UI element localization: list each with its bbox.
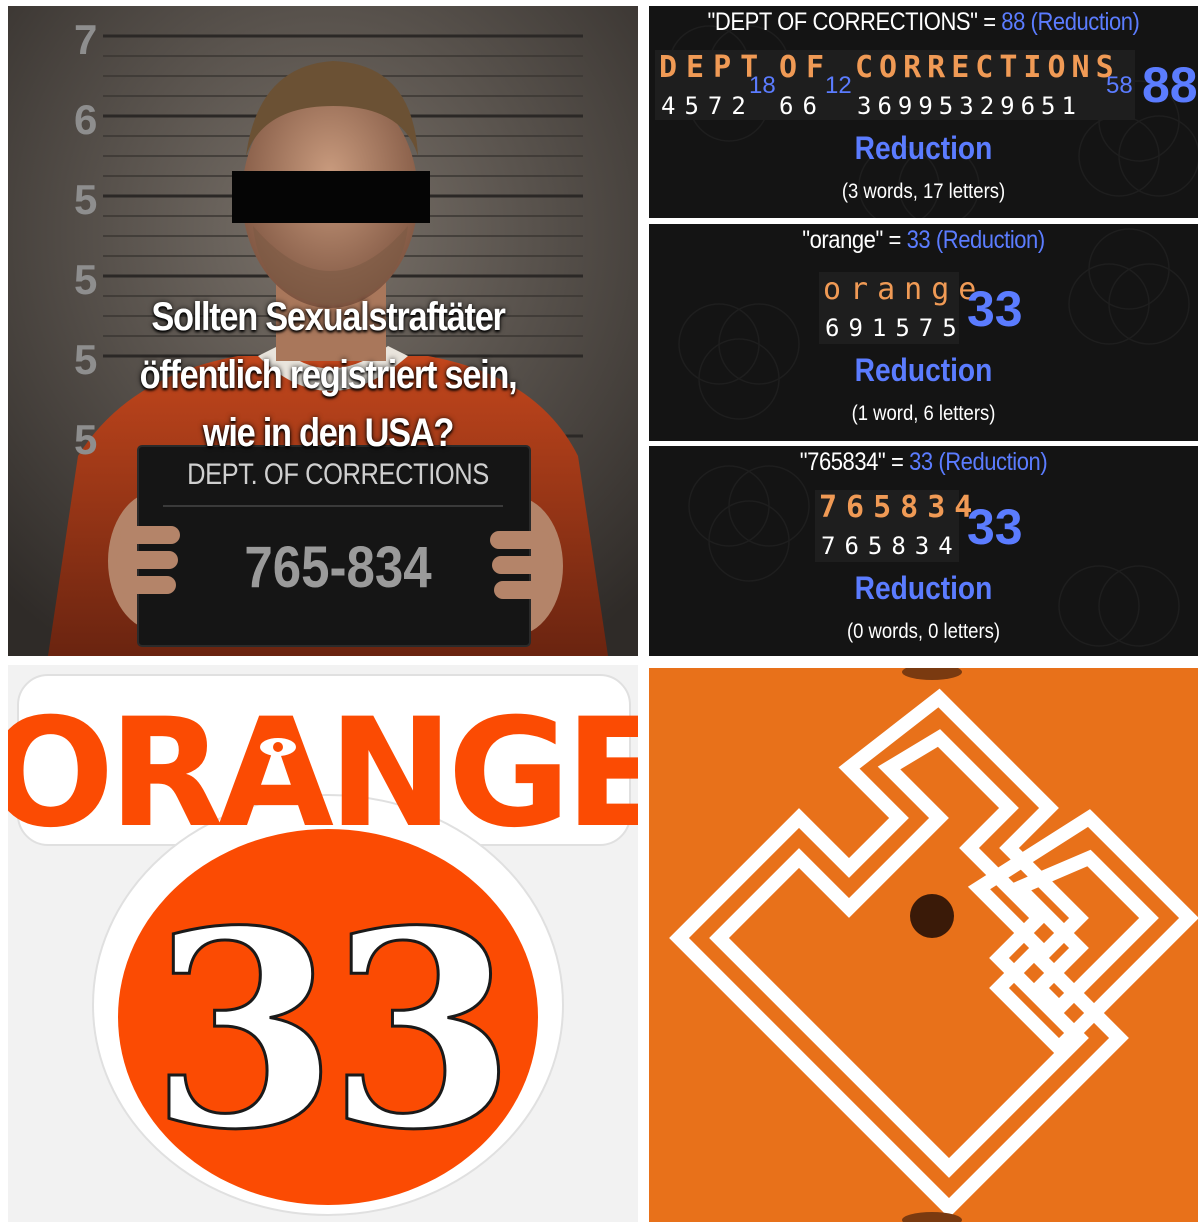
word: 765834	[819, 490, 982, 525]
question-line-1: Sollten Sexualstraftäter	[151, 295, 506, 339]
word-digits: 4572	[661, 92, 755, 120]
center-dot	[910, 894, 954, 938]
gematria-heading: "765834" = 33 (Reduction)	[682, 448, 1165, 477]
ruler-mark: 5	[74, 176, 98, 223]
word-digits: 765834	[821, 532, 962, 560]
ruler-mark: 5	[74, 256, 98, 303]
word-sum: 12	[825, 72, 852, 99]
sticker-number: 33	[150, 871, 506, 1189]
ruler-mark: 5	[74, 416, 98, 463]
board-number: 765-834	[244, 535, 432, 600]
heading-phrase: "DEPT OF CORRECTIONS" =	[707, 8, 1002, 36]
eye-icon	[260, 738, 296, 756]
gematria-total: 33	[967, 281, 1023, 337]
word-letter-count: (3 words, 17 letters)	[841, 180, 1006, 203]
word: orange	[823, 272, 986, 307]
word-digits: 691575	[825, 314, 966, 342]
word-digits: 66	[779, 92, 826, 120]
gematria-panel-number: "765834" = 33 (Reduction) 765834 765834 …	[649, 446, 1198, 656]
heading-phrase: "orange" =	[802, 226, 907, 254]
gematria-total: 33	[967, 499, 1023, 555]
word-sum: 18	[749, 72, 776, 99]
cipher-label: Reduction	[854, 570, 993, 606]
question-line-3: wie in den USA?	[202, 411, 454, 455]
ruler-mark: 5	[74, 336, 98, 383]
cipher-label: Reduction	[854, 130, 993, 166]
heading-value: 33 (Reduction)	[906, 226, 1046, 254]
gematria-panel-dept: "DEPT OF CORRECTIONS" = 88 (Reduction) D…	[649, 6, 1198, 218]
gematria-heading: "DEPT OF CORRECTIONS" = 88 (Reduction)	[682, 8, 1165, 37]
heading-phrase: "765834" =	[799, 448, 910, 476]
interlocking-square-icon	[669, 668, 1198, 1222]
orange-33-sticker: ORANGE 33	[8, 665, 638, 1222]
ruler-mark: 7	[74, 16, 98, 63]
board-title: DEPT. OF CORRECTIONS	[187, 458, 489, 491]
cipher-label: Reduction	[854, 352, 993, 388]
symbol-panel	[649, 668, 1198, 1222]
word-sum: 58	[1106, 72, 1133, 99]
gematria-panel-orange: "orange" = 33 (Reduction) orange 691575 …	[649, 224, 1198, 441]
word-letter-count: (0 words, 0 letters)	[846, 620, 1001, 643]
question-line-2: öffentlich registriert sein,	[139, 353, 518, 397]
word-digits: 36995329651	[857, 92, 1082, 120]
sticker-art: ORANGE 33	[8, 674, 638, 1216]
word-letter-count: (1 word, 6 letters)	[851, 402, 996, 425]
gematria-total: 88	[1142, 57, 1198, 113]
heading-value: 88 (Reduction)	[1001, 8, 1140, 36]
ruler-mark: 6	[74, 96, 98, 143]
word: CORRECTIONS	[855, 50, 1120, 85]
mugshot-panel: 7 6 5 5 5 5 Sollten Sexualstraftäter öff…	[8, 6, 638, 656]
gematria-heading: "orange" = 33 (Reduction)	[682, 226, 1165, 255]
heading-value: 33 (Reduction)	[909, 448, 1048, 476]
